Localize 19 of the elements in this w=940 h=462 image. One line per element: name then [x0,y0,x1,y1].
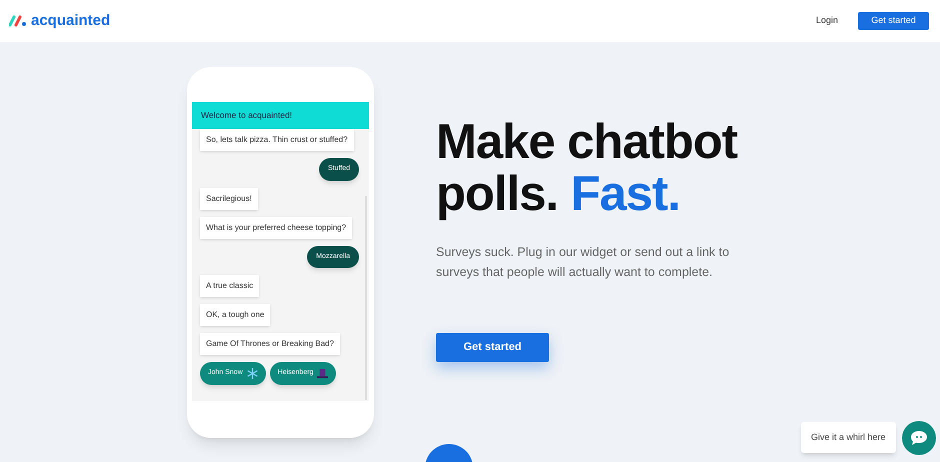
bot-message: Game Of Thrones or Breaking Bad? [200,333,340,355]
snowflake-icon [246,368,258,379]
get-started-button[interactable]: Get started [858,12,929,30]
hero-get-started-button[interactable]: Get started [436,333,549,362]
bot-message: So, lets talk pizza. Thin crust or stuffed? [200,129,354,151]
bot-message: What is your preferred cheese topping? [200,216,352,238]
logo-icon [9,15,27,27]
chat-header: Welcome to acquainted! [192,102,369,129]
speech-bubble-icon [910,430,928,446]
bot-message: OK, a tough one [200,304,270,326]
bot-message: Sacrilegious! [200,188,258,210]
chat-bubble-button[interactable] [902,421,936,455]
top-hat-icon [317,368,328,379]
bot-message: A true classic [200,275,260,297]
login-link[interactable]: Login [816,14,838,28]
hero-title: Make chatbot polls. Fast. [436,116,738,220]
widget-prompt: Give it a whirl here [801,422,896,453]
logo-text: acquainted [31,10,110,31]
hero-subtitle: Surveys suck. Plug in our widget or send out a link to surveys that people will actually want to complete. [436,244,730,281]
